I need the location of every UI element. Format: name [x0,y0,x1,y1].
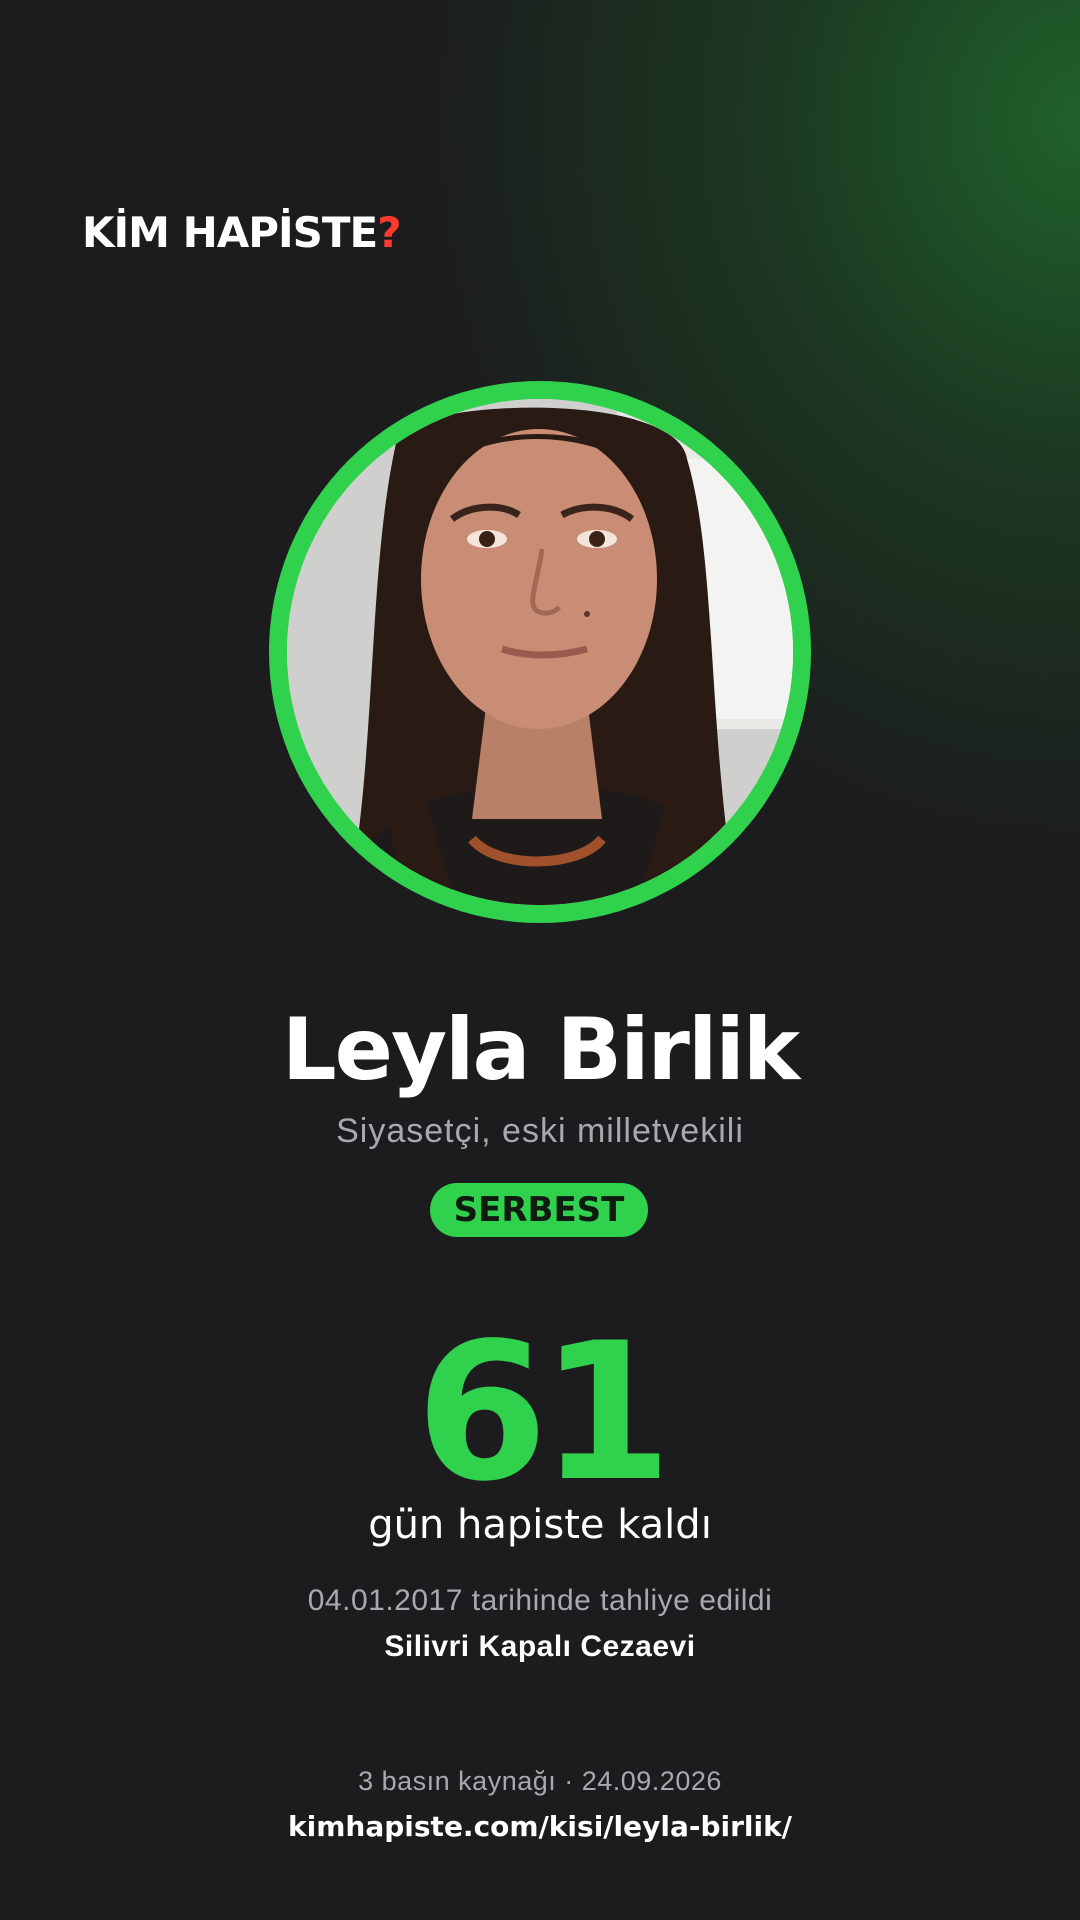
release-date-text: 04.01.2017 tarihinde tahliye edildi [307,1584,773,1617]
brand-logo-mark: ? [377,208,401,257]
days-count: 61 [415,1302,672,1523]
avatar-ring [269,381,811,923]
person-name: Leyla Birlik [281,1000,800,1100]
avatar [287,399,793,905]
person-role: Siyasetçi, eski milletvekili [336,1112,744,1150]
days-label: gün hapiste kaldı [368,1502,712,1548]
profile-url-link[interactable]: kimhapiste.com/kisi/leyla-birlik/ [0,1810,1080,1843]
person-portrait-icon [287,399,793,905]
status-badge: SERBEST [430,1183,648,1237]
brand-logo-text: KİM HAPİSTE [82,208,378,257]
share-card: KİM HAPİSTE? Leyla Birlik Siyasetçi, esk… [0,0,1080,1920]
brand-logo[interactable]: KİM HAPİSTE? [82,212,402,254]
prison-name: Silivri Kapalı Cezaevi [384,1630,696,1663]
sources-info: 3 basın kaynağı · 24.09.2026 [358,1766,722,1796]
